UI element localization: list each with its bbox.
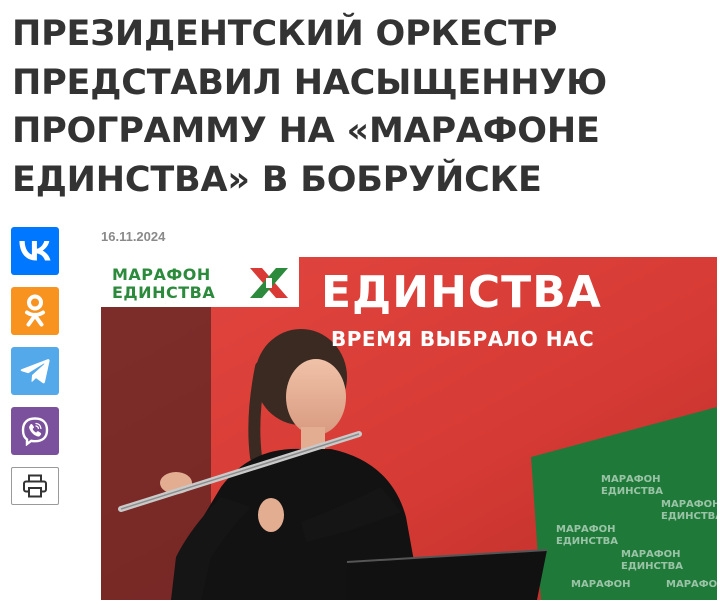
svg-text:МАРАФОН: МАРАФОН [571, 579, 631, 590]
vk-icon [19, 241, 51, 261]
publication-date: 16.11.2024 [101, 229, 166, 244]
article-headline: ПРЕЗИДЕНТСКИЙ ОРКЕСТР ПРЕДСТАВИЛ НАСЫЩЕН… [12, 10, 712, 204]
share-viber-button[interactable] [11, 407, 59, 455]
print-icon [23, 474, 47, 498]
headline-line: ПРЕДСТАВИЛ НАСЫЩЕННУЮ [12, 62, 607, 103]
headline-line: ЕДИНСТВА» В БОБРУЙСКЕ [12, 159, 542, 200]
telegram-icon [20, 359, 50, 384]
logo-emblem-icon [250, 268, 288, 298]
svg-text:ЕДИНСТВА: ЕДИНСТВА [556, 536, 618, 547]
logo-line-1: МАРАФОН [112, 265, 211, 284]
svg-text:ЕДИНСТВА: ЕДИНСТВА [601, 486, 663, 497]
banner-title: ЕДИНСТВА [321, 267, 602, 318]
svg-text:МАРАФОН: МАРАФОН [601, 474, 661, 485]
marathon-logo: МАРАФОН ЕДИНСТВА [101, 257, 299, 307]
svg-text:МАРАФОН: МАРАФОН [621, 549, 681, 560]
svg-text:МАРАФОН: МАРАФОН [556, 524, 616, 535]
share-panel [11, 227, 59, 505]
share-ok-button[interactable] [11, 287, 59, 335]
headline-line: ПРОГРАММУ НА «МАРАФОНЕ [12, 111, 600, 151]
headline-line: ПРЕЗИДЕНТСКИЙ ОРКЕСТР [12, 14, 558, 54]
logo-line-2: ЕДИНСТВА [112, 283, 216, 302]
viber-icon [21, 417, 49, 446]
banner-subtitle: ВРЕМЯ ВЫБРАЛО НАС [331, 327, 595, 351]
share-vk-button[interactable] [11, 227, 59, 275]
article-photo[interactable]: МАРАФОН ЕДИНСТВА МАРАФОН ЕДИНСТВА МАРАФОН Е… [101, 257, 717, 600]
svg-text:ЕДИНСТВА: ЕДИНСТВА [621, 561, 683, 572]
svg-text:ЕДИНСТВА: ЕДИНСТВА [661, 511, 717, 522]
ok-icon [25, 294, 45, 327]
svg-text:МАРАФОН: МАРАФОН [666, 579, 717, 590]
share-telegram-button[interactable] [11, 347, 59, 395]
print-button[interactable] [11, 467, 59, 505]
svg-text:МАРАФОН: МАРАФОН [661, 499, 717, 510]
